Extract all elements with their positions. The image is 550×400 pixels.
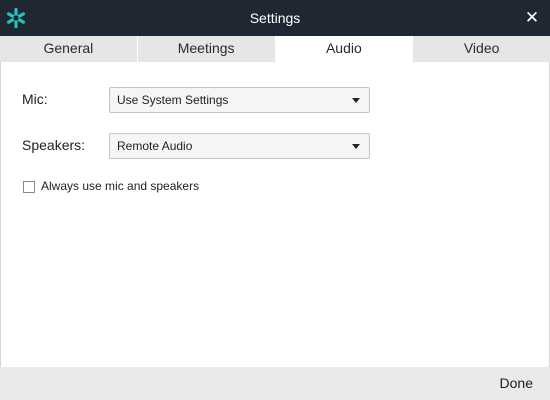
footer-bar: Done [0, 367, 550, 400]
mic-select[interactable]: Use System Settings [109, 87, 370, 113]
speakers-select-value: Remote Audio [117, 139, 193, 153]
dropdown-arrow-icon [352, 98, 360, 103]
tab-meetings[interactable]: Meetings [138, 36, 276, 62]
window-title: Settings [249, 10, 301, 26]
title-bar: Settings ✕ [0, 0, 550, 36]
tab-video[interactable]: Video [413, 36, 550, 62]
always-use-checkbox[interactable] [23, 181, 35, 193]
mic-select-value: Use System Settings [117, 93, 229, 107]
speakers-select[interactable]: Remote Audio [109, 133, 370, 159]
mic-label: Mic: [22, 91, 48, 107]
tab-audio[interactable]: Audio [275, 36, 414, 62]
done-button[interactable]: Done [500, 367, 533, 400]
tab-bar: General Meetings Audio Video [0, 36, 550, 62]
speakers-label: Speakers: [22, 137, 86, 153]
tab-general[interactable]: General [0, 36, 138, 62]
dropdown-arrow-icon [352, 144, 360, 149]
audio-settings-panel: Mic: Use System Settings Speakers: Remot… [0, 62, 550, 367]
always-use-label[interactable]: Always use mic and speakers [41, 179, 199, 193]
close-icon[interactable]: ✕ [522, 0, 542, 36]
